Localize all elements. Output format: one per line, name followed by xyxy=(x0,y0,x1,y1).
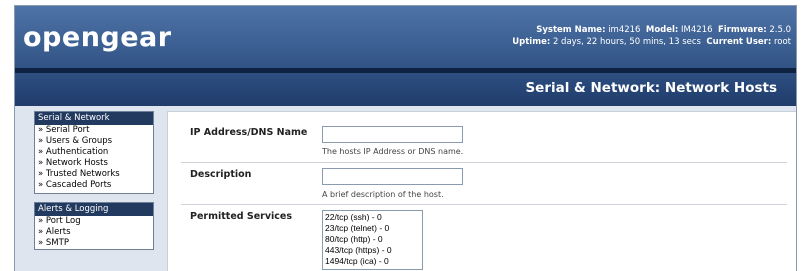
page-title: Serial & Network: Network Hosts xyxy=(525,80,777,96)
sidebar-item-alerts[interactable]: » Alerts xyxy=(35,227,153,238)
firmware-value: 2.5.0 xyxy=(769,25,791,35)
ip-address-label: IP Address/DNS Name xyxy=(190,127,308,138)
sidebar-item-network-hosts[interactable]: » Network Hosts xyxy=(35,158,153,169)
current-user-value: root xyxy=(773,37,791,47)
system-info-line-2: Uptime: 2 days, 22 hours, 50 mins, 13 se… xyxy=(512,36,791,48)
permitted-services-row: Permitted Services 22/tcp (ssh) - 0 23/t… xyxy=(181,205,787,271)
header-banner: opengear System Name: im4216 Model: IM42… xyxy=(15,6,796,106)
main-panel: IP Address/DNS Name The hosts IP Address… xyxy=(167,111,796,271)
sidebar-item-trusted-networks[interactable]: » Trusted Networks xyxy=(35,169,153,180)
sidebar-item-serial-port[interactable]: » Serial Port xyxy=(35,125,153,136)
sidebar-nav: Serial & Network » Serial Port » Users &… xyxy=(34,111,154,258)
sidebar-item-port-log[interactable]: » Port Log xyxy=(35,216,153,227)
model-value: IM4216 xyxy=(681,25,713,35)
system-name-label: System Name: xyxy=(536,25,606,35)
ip-address-row: IP Address/DNS Name The hosts IP Address… xyxy=(181,114,787,163)
header-stripe xyxy=(15,68,796,73)
system-name-value: im4216 xyxy=(608,25,641,35)
system-info: System Name: im4216 Model: IM4216 Firmwa… xyxy=(512,24,791,48)
sidebar-item-authentication[interactable]: » Authentication xyxy=(35,147,153,158)
description-input[interactable] xyxy=(322,168,463,185)
service-option[interactable]: 443/tcp (https) - 0 xyxy=(325,245,420,256)
service-option[interactable]: 22/tcp (ssh) - 0 xyxy=(325,212,420,223)
current-user-label: Current User: xyxy=(706,37,772,47)
description-help: A brief description of the host. xyxy=(322,190,444,199)
opengear-logo: opengear xyxy=(23,22,172,53)
model-label: Model: xyxy=(645,25,679,35)
uptime-label: Uptime: xyxy=(512,37,551,47)
sidebar-section-title: Serial & Network xyxy=(35,112,153,125)
service-option[interactable]: 1494/tcp (ica) - 0 xyxy=(325,256,420,267)
firmware-label: Firmware: xyxy=(717,25,767,35)
description-row: Description A brief description of the h… xyxy=(181,163,787,205)
service-option[interactable]: 23/tcp (telnet) - 0 xyxy=(325,223,420,234)
permitted-services-list[interactable]: 22/tcp (ssh) - 0 23/tcp (telnet) - 0 80/… xyxy=(322,210,423,270)
ip-address-input[interactable] xyxy=(322,126,463,143)
sidebar-item-users-groups[interactable]: » Users & Groups xyxy=(35,136,153,147)
sidebar-section-title: Alerts & Logging xyxy=(35,203,153,216)
ip-address-help: The hosts IP Address or DNS name. xyxy=(322,147,464,156)
sidebar-item-cascaded-ports[interactable]: » Cascaded Ports xyxy=(35,180,153,193)
sidebar-section-alerts-logging: Alerts & Logging » Port Log » Alerts » S… xyxy=(34,202,154,250)
sidebar-section-serial-network: Serial & Network » Serial Port » Users &… xyxy=(34,111,154,194)
sidebar-item-smtp[interactable]: » SMTP xyxy=(35,238,153,249)
uptime-value: 2 days, 22 hours, 50 mins, 13 secs xyxy=(552,37,701,47)
system-info-line-1: System Name: im4216 Model: IM4216 Firmwa… xyxy=(512,24,791,36)
service-option[interactable]: 80/tcp (http) - 0 xyxy=(325,234,420,245)
description-label: Description xyxy=(190,169,252,180)
permitted-services-label: Permitted Services xyxy=(190,211,293,222)
